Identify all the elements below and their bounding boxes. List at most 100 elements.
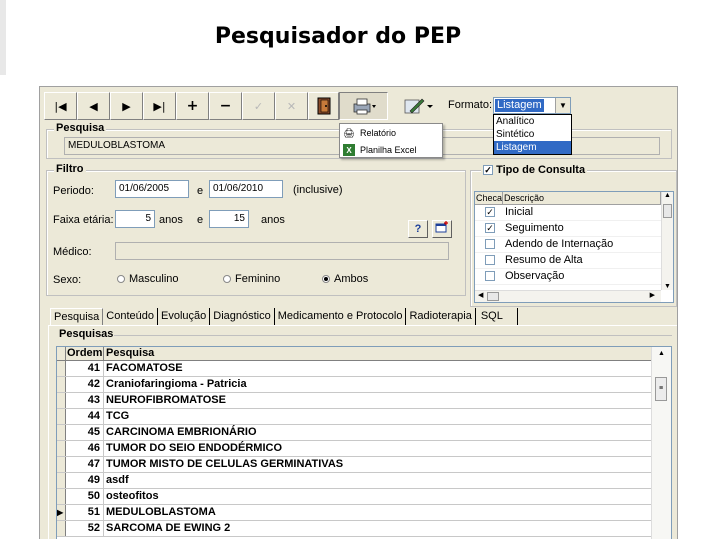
tipo-consulta-row[interactable]: Adendo de Internação [475, 237, 673, 253]
table-row[interactable]: 42 Craniofaringioma - Patricia [57, 377, 651, 393]
ordem-cell[interactable]: 47 [66, 457, 104, 472]
ordem-cell[interactable]: 50 [66, 489, 104, 504]
cancel-button[interactable]: ✕ [275, 92, 308, 120]
ordem-cell[interactable]: 45 [66, 425, 104, 440]
print-button[interactable] [339, 92, 388, 120]
row-checkbox[interactable]: ✓ [485, 207, 495, 218]
row-indicator[interactable] [57, 361, 66, 376]
table-row[interactable]: 44 TCG [57, 409, 651, 425]
row-checkbox[interactable] [485, 239, 495, 250]
ordem-cell[interactable]: 46 [66, 441, 104, 456]
tab-pesquisa[interactable]: Pesquisa [50, 308, 104, 325]
age-to-input[interactable]: 15 [209, 210, 249, 228]
tab-evolucao[interactable]: Evolução [158, 308, 211, 325]
delete-record-button[interactable]: − [209, 92, 242, 120]
pesquisa-cell[interactable]: MEDULOBLASTOMA [104, 505, 651, 520]
date-from-input[interactable]: 01/06/2005 [115, 180, 189, 198]
format-option[interactable]: Sintético [494, 128, 571, 141]
pesquisa-cell[interactable]: CARCINOMA EMBRIONÁRIO [104, 425, 651, 440]
current-row-indicator-icon[interactable]: ▶ [57, 505, 66, 520]
row-checkbox[interactable] [485, 271, 495, 282]
scroll-up-icon[interactable]: ▲ [662, 192, 673, 203]
pesquisa-cell[interactable]: TUMOR DO SEIO ENDODÉRMICO [104, 441, 651, 456]
col-ordem[interactable]: Ordem [66, 347, 104, 360]
add-record-button[interactable]: + [176, 92, 209, 120]
tab-conteudo[interactable]: Conteúdo [103, 308, 158, 325]
chevron-down-icon[interactable]: ▼ [555, 98, 570, 113]
table-row[interactable]: 49 asdf [57, 473, 651, 489]
row-checkbox[interactable] [485, 255, 495, 266]
pesquisa-cell[interactable]: FACOMATOSE [104, 361, 651, 376]
pesquisa-cell[interactable]: SARCOMA DE EWING 2 [104, 521, 651, 536]
pesquisa-cell[interactable]: NEUROFIBROMATOSE [104, 393, 651, 408]
row-indicator[interactable] [57, 473, 66, 488]
edit-report-button[interactable] [396, 92, 440, 120]
scroll-right-icon[interactable]: ▶ [650, 291, 655, 299]
horizontal-scrollbar[interactable]: ◀ ▶ [475, 290, 661, 302]
row-indicator[interactable] [57, 489, 66, 504]
first-record-button[interactable]: |◀ [44, 92, 77, 120]
row-indicator[interactable] [57, 377, 66, 392]
sexo-radio-masculino[interactable]: Masculino [117, 273, 179, 285]
tab-radioterapia[interactable]: Radioterapia [406, 308, 476, 325]
prev-record-button[interactable]: ◀ [77, 92, 110, 120]
table-row[interactable]: 46 TUMOR DO SEIO ENDODÉRMICO [57, 441, 651, 457]
menu-item-relatorio[interactable]: 🖨 Relatório [340, 125, 442, 141]
tab-medicamento-protocolo[interactable]: Medicamento e Protocolo [275, 308, 407, 325]
ordem-cell[interactable]: 49 [66, 473, 104, 488]
ordem-cell[interactable]: 44 [66, 409, 104, 424]
ordem-cell[interactable]: 43 [66, 393, 104, 408]
table-row[interactable]: 45 CARCINOMA EMBRIONÁRIO [57, 425, 651, 441]
scroll-thumb[interactable]: ≡ [655, 377, 667, 401]
last-record-button[interactable]: ▶| [143, 92, 176, 120]
scroll-thumb[interactable] [487, 292, 499, 301]
tipo-consulta-row[interactable]: ✓ Inicial [475, 205, 673, 221]
tipo-consulta-row[interactable]: Resumo de Alta [475, 253, 673, 269]
table-row[interactable]: 50 osteofitos [57, 489, 651, 505]
table-row[interactable]: 47 TUMOR MISTO DE CELULAS GERMINATIVAS [57, 457, 651, 473]
table-row[interactable]: 52 SARCOMA DE EWING 2 [57, 521, 651, 537]
ordem-cell[interactable]: 41 [66, 361, 104, 376]
row-indicator[interactable] [57, 457, 66, 472]
format-select[interactable]: Listagem ▼ [493, 97, 571, 114]
new-window-button[interactable] [432, 220, 452, 238]
scroll-left-icon[interactable]: ◀ [478, 291, 483, 299]
tab-sql[interactable]: SQL [476, 308, 518, 325]
next-record-button[interactable]: ▶ [110, 92, 143, 120]
tipo-consulta-title[interactable]: ✓ Tipo de Consulta [481, 164, 588, 176]
sexo-radio-feminino[interactable]: Feminino [223, 273, 280, 285]
sexo-radio-ambos[interactable]: Ambos [322, 273, 368, 285]
tipo-consulta-row[interactable]: ✓ Seguimento [475, 221, 673, 237]
table-row[interactable]: 43 NEUROFIBROMATOSE [57, 393, 651, 409]
ordem-cell[interactable]: 51 [66, 505, 104, 520]
scroll-down-icon[interactable]: ▼ [662, 283, 673, 290]
row-indicator[interactable] [57, 521, 66, 536]
row-indicator[interactable] [57, 393, 66, 408]
table-row[interactable]: 41 FACOMATOSE [57, 361, 651, 377]
scroll-up-icon[interactable]: ▲ [658, 350, 665, 357]
row-indicator[interactable] [57, 409, 66, 424]
exit-button[interactable] [308, 92, 339, 120]
pesquisas-scrollbar[interactable]: ▲ ≡ [651, 347, 671, 539]
tipo-consulta-row[interactable]: Observação [475, 269, 673, 285]
pesquisa-cell[interactable]: asdf [104, 473, 651, 488]
col-pesquisa[interactable]: Pesquisa [104, 347, 671, 360]
medico-field[interactable] [115, 242, 449, 260]
date-to-input[interactable]: 01/06/2010 [209, 180, 283, 198]
row-checkbox[interactable]: ✓ [485, 223, 495, 234]
vertical-scrollbar[interactable]: ▲ ▼ [661, 192, 673, 290]
row-indicator[interactable] [57, 441, 66, 456]
menu-item-planilha-excel[interactable]: X Planilha Excel [340, 142, 442, 158]
row-indicator[interactable] [57, 425, 66, 440]
ordem-cell[interactable]: 42 [66, 377, 104, 392]
format-option[interactable]: Analítico [494, 115, 571, 128]
age-from-input[interactable]: 5 [115, 210, 155, 228]
format-option-selected[interactable]: Listagem [494, 141, 571, 154]
confirm-button[interactable]: ✓ [242, 92, 275, 120]
pesquisa-cell[interactable]: TUMOR MISTO DE CELULAS GERMINATIVAS [104, 457, 651, 472]
pesquisa-cell[interactable]: osteofitos [104, 489, 651, 504]
ordem-cell[interactable]: 52 [66, 521, 104, 536]
pesquisa-cell[interactable]: TCG [104, 409, 651, 424]
help-button[interactable]: ? [408, 220, 428, 238]
pesquisa-cell[interactable]: Craniofaringioma - Patricia [104, 377, 651, 392]
